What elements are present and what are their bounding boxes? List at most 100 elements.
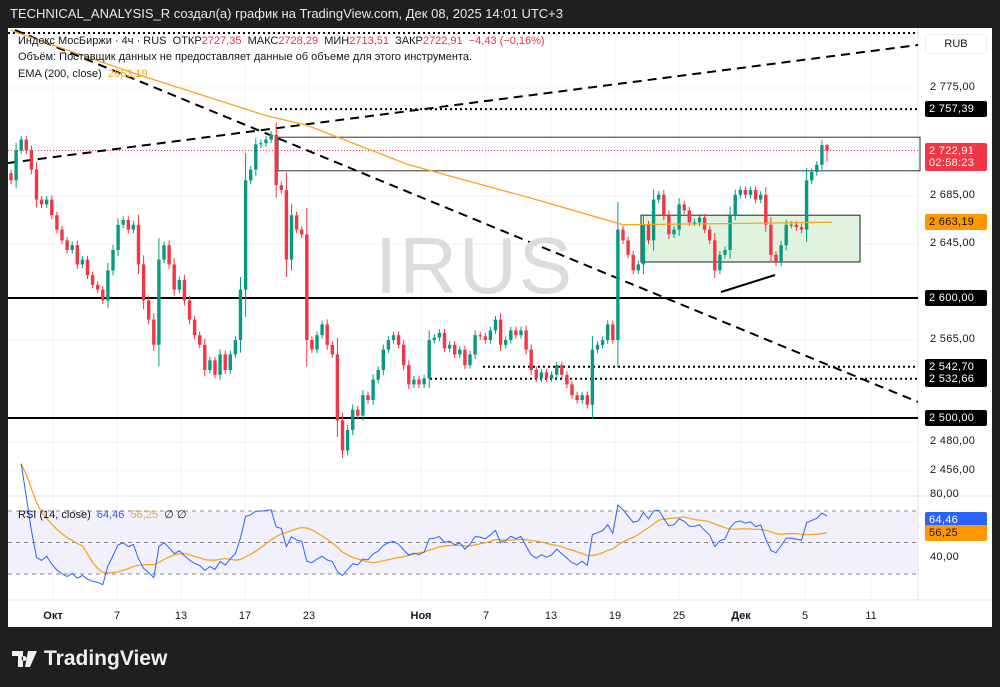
- candle-up: [371, 379, 375, 400]
- candle-down: [141, 264, 146, 301]
- candle-up: [748, 190, 753, 195]
- resistance-box: [277, 136, 921, 172]
- candle-up: [412, 379, 416, 385]
- candle-down: [310, 340, 314, 350]
- candle-down: [325, 324, 329, 345]
- tradingview-logo[interactable]: TradingView: [12, 647, 167, 671]
- candle-up: [759, 194, 763, 200]
- candle-down: [340, 420, 345, 451]
- candle-up: [493, 319, 498, 331]
- candle-up: [162, 245, 166, 260]
- candle-down: [356, 409, 360, 416]
- candle-up: [238, 289, 243, 340]
- candle-up: [432, 337, 436, 340]
- candle-up: [555, 365, 559, 375]
- candle-down: [279, 185, 283, 190]
- candle-down: [182, 280, 187, 301]
- candle-up: [437, 332, 442, 338]
- price-tag: 2 600,00: [925, 290, 987, 306]
- candle-up: [351, 409, 355, 430]
- candle-up: [228, 354, 232, 370]
- candle-down: [274, 134, 278, 186]
- candle-down: [463, 349, 467, 366]
- candle-down: [575, 395, 579, 400]
- rsi-axis-label: 40,00: [930, 551, 960, 564]
- change-value: −4,43 (−0,16%): [468, 35, 545, 47]
- candle-down: [560, 365, 564, 375]
- candle-up: [289, 215, 294, 260]
- candle-up: [157, 259, 161, 345]
- candle-down: [65, 240, 69, 250]
- close-label: ЗАКР: [395, 35, 423, 47]
- candle-down: [152, 319, 156, 345]
- candle-down: [514, 330, 518, 336]
- close-value: 2722,91: [422, 35, 463, 47]
- time-axis-label: 13: [544, 610, 558, 622]
- candle-down: [167, 245, 171, 265]
- time-axis-label: 7: [113, 610, 121, 622]
- price-chart[interactable]: [0, 0, 1000, 687]
- candle-up: [447, 344, 452, 349]
- higher-low-line: [720, 274, 776, 293]
- price-axis-label: 2 645,00: [930, 237, 976, 249]
- candle-up: [259, 143, 263, 145]
- candle-down: [147, 300, 151, 320]
- volume-note: Объём: Поставщик данных не предоставляет…: [18, 51, 473, 63]
- candle-up: [733, 194, 737, 216]
- price-tag: 2 722,91 02:58:23: [925, 142, 987, 171]
- candle-up: [218, 354, 222, 375]
- candle-down: [330, 344, 334, 355]
- candle-down: [335, 354, 340, 421]
- candle-down: [498, 319, 503, 345]
- candle-up: [106, 270, 110, 301]
- price-axis-label: 2 775,00: [930, 81, 976, 93]
- tradingview-brand: TradingView: [44, 647, 168, 670]
- candle-up: [580, 395, 584, 400]
- ema-legend[interactable]: EMA (200, close) 2663,19: [18, 68, 148, 80]
- time-axis-label: 11: [865, 610, 877, 622]
- candle-down: [417, 379, 421, 385]
- candle-up: [116, 224, 120, 250]
- candle-up: [361, 395, 365, 416]
- candle-up: [249, 169, 253, 181]
- time-axis-label: 13: [174, 610, 188, 622]
- candle-down: [203, 344, 207, 370]
- candle-down: [774, 254, 778, 262]
- candle-up: [641, 224, 646, 265]
- candle-down: [570, 384, 574, 396]
- candle-down: [284, 190, 289, 260]
- candle-up: [391, 335, 396, 340]
- candle-up: [233, 340, 238, 355]
- low-label: МИН: [324, 35, 350, 47]
- symbol-name[interactable]: Индекс МосБиржи · 4ч · RUS: [18, 35, 167, 47]
- candle-down: [646, 224, 651, 241]
- price-tag: 2 500,00: [925, 410, 987, 426]
- rsi-ma-tag: 56,25: [925, 524, 987, 541]
- ema-value: 2663,19: [107, 68, 148, 80]
- time-axis-label: 17: [238, 610, 252, 622]
- bar-countdown: 02:58:23: [929, 156, 975, 169]
- rsi-axis-label: 80,00: [930, 488, 960, 501]
- candle-up: [177, 280, 181, 290]
- currency-button[interactable]: RUB: [925, 34, 987, 54]
- candle-up: [677, 204, 681, 230]
- candle-down: [96, 284, 100, 290]
- candle-down: [799, 227, 804, 230]
- candle-down: [478, 335, 482, 337]
- candle-up: [820, 145, 824, 165]
- candle-up: [651, 199, 656, 241]
- candle-up: [738, 190, 742, 195]
- tradingview-logo-icon: [12, 651, 37, 667]
- rsi-legend[interactable]: RSI (14, close) 64,46 56,25 ∅ ∅: [18, 508, 186, 521]
- rsi-value: 64,46: [96, 509, 125, 521]
- candle-down: [453, 344, 457, 355]
- candle-down: [396, 335, 401, 345]
- high-value: 2728,29: [278, 35, 319, 47]
- candle-down: [50, 199, 54, 216]
- candle-down: [366, 395, 370, 400]
- candle-up: [19, 139, 23, 151]
- candle-up: [254, 144, 258, 170]
- candle-up: [386, 340, 391, 350]
- candle-down: [534, 370, 538, 379]
- candle-up: [504, 340, 508, 345]
